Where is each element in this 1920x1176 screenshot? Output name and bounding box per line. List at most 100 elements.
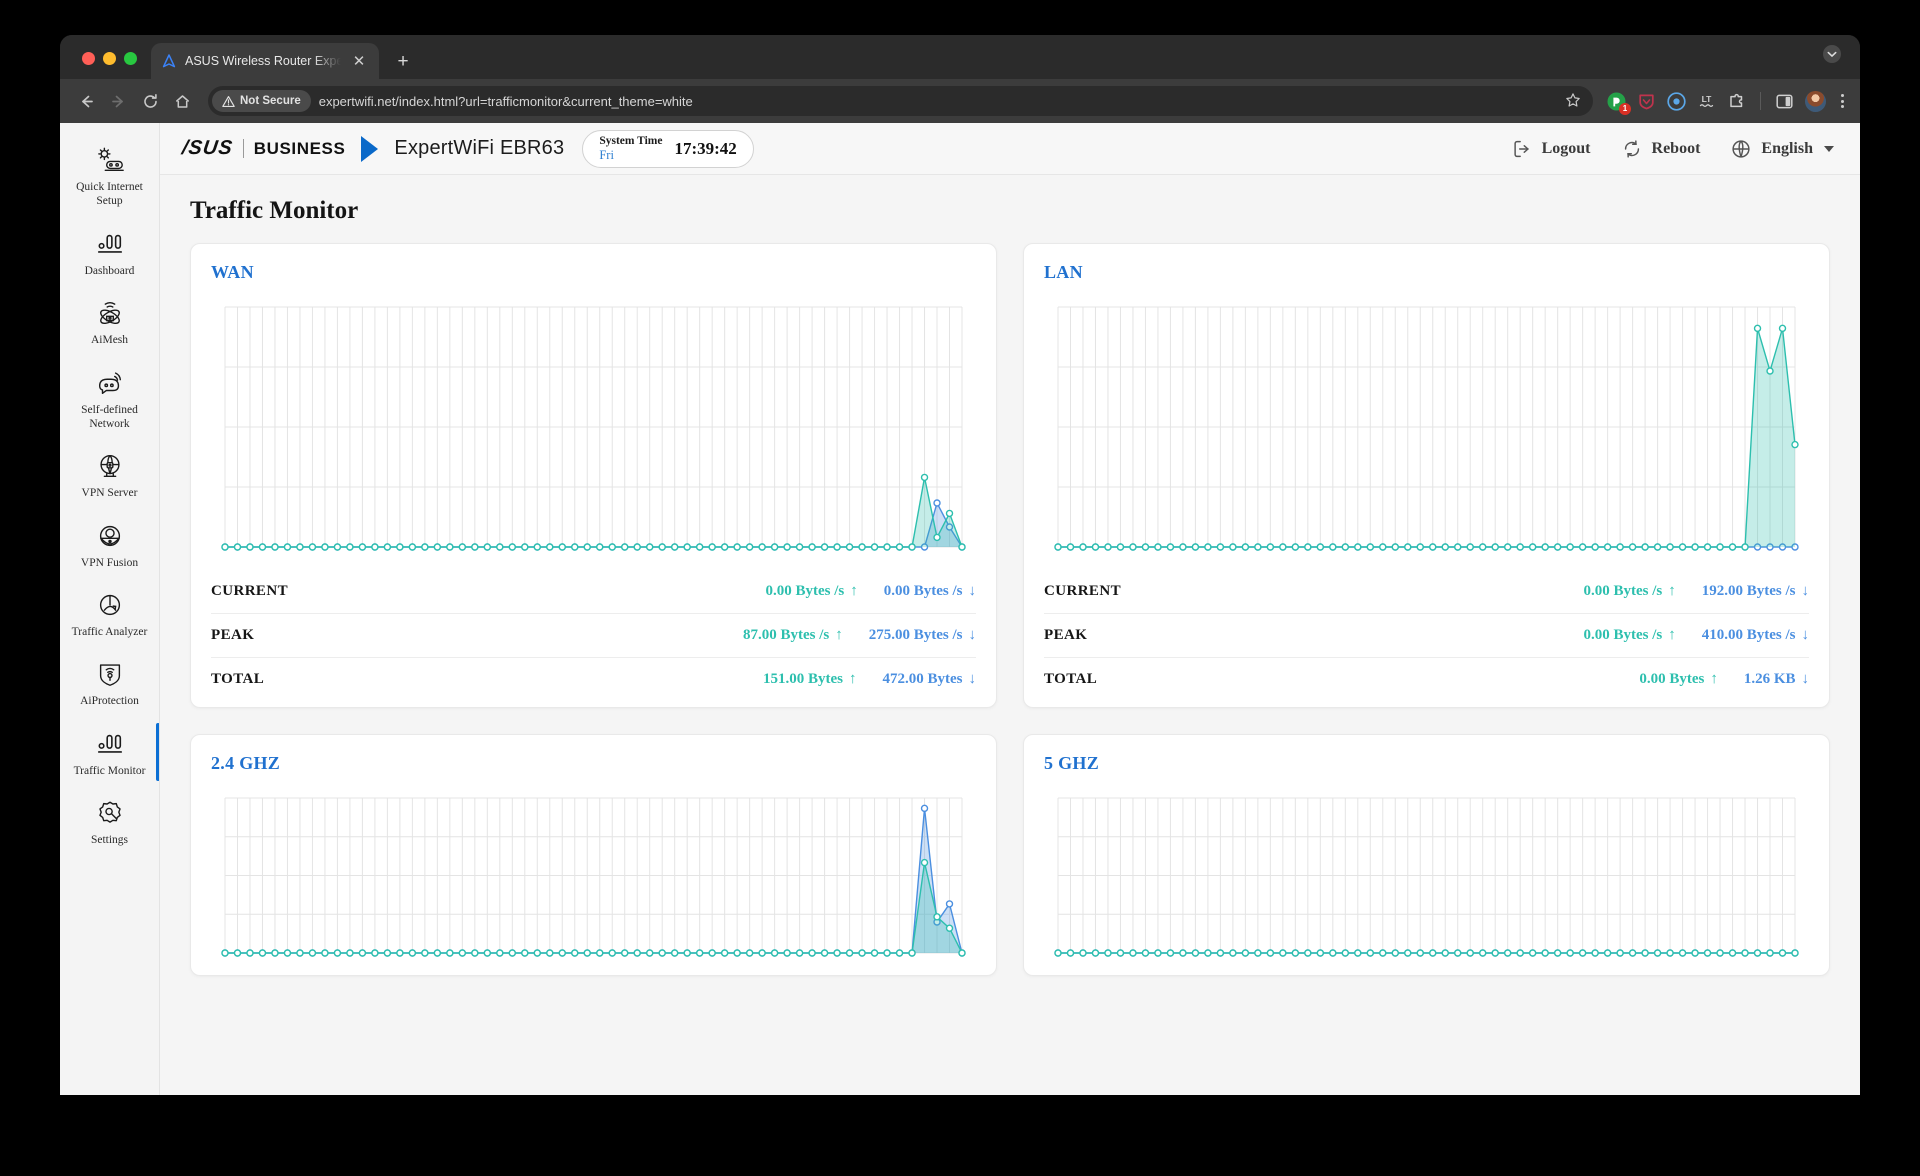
main-region: /SUS BUSINESS ExpertWiFi EBR63 System Ti… xyxy=(160,123,1860,1095)
close-window-button[interactable] xyxy=(82,52,95,65)
stat-label: TOTAL xyxy=(211,671,265,687)
home-icon[interactable] xyxy=(168,87,196,115)
sidebar-item-traffic-monitor[interactable]: Traffic Monitor xyxy=(60,719,159,788)
sidebar-item-label: VPN Fusion xyxy=(80,556,139,569)
panel-5ghz: 5 GHZ xyxy=(1023,734,1830,976)
left-navigation-rail: Quick Internet Setup Dashboard AiMesh Se… xyxy=(60,123,160,1095)
star-icon[interactable] xyxy=(1559,92,1587,111)
sidebar-item-aimesh[interactable]: AiMesh xyxy=(60,288,159,357)
arrow-up-icon: ↑ xyxy=(1710,671,1718,687)
arrow-down-icon: ↓ xyxy=(1801,627,1810,643)
address-bar[interactable]: Not Secure expertwifi.net/index.html?url… xyxy=(208,86,1593,116)
stat-download-value: 472.00 Bytes ↓ xyxy=(882,671,977,687)
extension-languagetool-icon[interactable]: LT xyxy=(1697,92,1716,111)
app-header: /SUS BUSINESS ExpertWiFi EBR63 System Ti… xyxy=(160,123,1860,175)
url-text[interactable]: expertwifi.net/index.html?url=trafficmon… xyxy=(319,94,693,109)
wifi-5ghz-traffic-chart[interactable] xyxy=(1044,784,1809,969)
sidebar-item-label: Traffic Analyzer xyxy=(71,626,148,638)
logout-button[interactable]: Logout xyxy=(1511,138,1591,160)
close-icon[interactable]: ✕ xyxy=(349,51,369,71)
reboot-refresh-icon xyxy=(1624,139,1639,158)
table-row: TOTAL 0.00 Bytes ↑ 1.26 KB ↓ xyxy=(1044,657,1809,701)
reboot-label: Reboot xyxy=(1651,139,1701,157)
avatar-icon[interactable] xyxy=(1805,90,1826,112)
sidebar-item-label: Quick Internet Setup xyxy=(76,181,143,208)
kebab-menu-icon[interactable] xyxy=(1837,94,1848,108)
security-status-badge[interactable]: Not Secure xyxy=(212,90,311,112)
panel-title: 2.4 GHZ xyxy=(211,753,281,773)
sidebar-item-settings[interactable]: Settings xyxy=(60,788,159,857)
stat-download-value: 0.00 Bytes /s ↓ xyxy=(883,582,977,599)
stat-upload-value: 0.00 Bytes /s ↑ xyxy=(1583,627,1676,643)
system-time-day: Fri xyxy=(599,147,614,162)
minimize-window-button[interactable] xyxy=(103,52,116,65)
brand-divider xyxy=(242,139,244,158)
sidebar-item-quick-internet-setup[interactable]: Quick Internet Setup xyxy=(60,135,159,219)
stat-label: PEAK xyxy=(211,627,255,643)
logout-label: Logout xyxy=(1541,139,1591,157)
system-time-widget: System Time Fri 17:39:42 xyxy=(582,129,754,168)
extension-shield-icon[interactable] xyxy=(1637,92,1656,111)
new-tab-button[interactable]: + xyxy=(393,51,413,71)
chevron-down-icon[interactable] xyxy=(1822,44,1842,64)
self-defined-network-icon xyxy=(98,371,121,394)
table-row: CURRENT 0.00 Bytes /s ↑ 192.00 Bytes /s ↓ xyxy=(1044,569,1809,613)
stat-download-value: 275.00 Bytes /s ↓ xyxy=(868,627,977,643)
wan-traffic-chart[interactable] xyxy=(211,293,976,563)
table-row: PEAK 87.00 Bytes /s ↑ 275.00 Bytes /s ↓ xyxy=(211,613,976,657)
lan-traffic-chart[interactable] xyxy=(1044,293,1809,563)
page-content: Traffic Monitor WAN CURRENT 0.00 Bytes /… xyxy=(160,175,1860,1095)
panel-title: WAN xyxy=(211,262,254,282)
traffic-monitor-bars-icon xyxy=(97,734,122,753)
browser-tab[interactable]: ASUS Wireless Router Expert ✕ xyxy=(151,43,379,79)
arrow-down-icon: ↓ xyxy=(968,671,977,687)
panel-wan: WAN CURRENT 0.00 Bytes /s ↑ 0.00 Bytes /s… xyxy=(190,243,997,708)
panel-title: 5 GHZ xyxy=(1044,753,1100,773)
dashboard-bars-icon xyxy=(97,234,122,253)
svg-text:LT: LT xyxy=(1702,94,1713,104)
sidebar-item-label: AiMesh xyxy=(90,334,129,347)
system-time-label: System Time xyxy=(599,134,663,147)
sidebar-item-dashboard[interactable]: Dashboard xyxy=(60,219,159,288)
window-controls[interactable] xyxy=(74,52,151,79)
forward-arrow-icon[interactable] xyxy=(104,87,132,115)
sidebar-item-aiprotection[interactable]: AiProtection xyxy=(60,649,159,718)
brand-lockup: /SUS BUSINESS xyxy=(180,135,379,162)
stat-label: CURRENT xyxy=(1044,582,1121,599)
arrow-down-icon: ↓ xyxy=(968,627,977,643)
arrow-down-icon: ↓ xyxy=(968,582,977,599)
side-panel-icon[interactable] xyxy=(1775,92,1794,111)
sidebar-item-label: AiProtection xyxy=(80,695,139,708)
panel-title: LAN xyxy=(1044,262,1083,282)
stat-upload-value: 0.00 Bytes ↑ xyxy=(1639,671,1718,687)
sidebar-item-vpn-fusion[interactable]: VPN Fusion xyxy=(60,511,159,580)
panel-lan: LAN CURRENT 0.00 Bytes /s ↑ 192.00 Bytes … xyxy=(1023,243,1830,708)
sidebar-item-label: VPN Server xyxy=(81,487,138,500)
sidebar-item-label: Self-defined Network xyxy=(81,403,138,430)
extension-badge-count: 1 xyxy=(1619,102,1631,115)
toolbar-divider xyxy=(1760,92,1761,110)
sidebar-item-label: Traffic Monitor xyxy=(73,764,146,777)
sidebar-item-self-defined-network[interactable]: Self-defined Network xyxy=(60,358,159,442)
warning-triangle-icon xyxy=(222,95,235,107)
reboot-button[interactable]: Reboot xyxy=(1621,138,1701,160)
language-selector[interactable]: English xyxy=(1730,138,1834,160)
sidebar-item-vpn-server[interactable]: VPN Server xyxy=(60,441,159,510)
stat-download-value: 192.00 Bytes /s ↓ xyxy=(1701,582,1809,599)
globe-icon xyxy=(1732,139,1751,158)
asus-logo-wordmark: /SUS xyxy=(180,137,235,159)
extension-privacy-icon[interactable] xyxy=(1667,91,1686,111)
wifi-24ghz-traffic-chart[interactable] xyxy=(211,784,976,969)
extensions-puzzle-icon[interactable] xyxy=(1727,92,1746,111)
system-time-clock: 17:39:42 xyxy=(674,138,737,158)
maximize-window-button[interactable] xyxy=(124,52,137,65)
back-arrow-icon[interactable] xyxy=(72,87,100,115)
sidebar-item-traffic-analyzer[interactable]: Traffic Analyzer xyxy=(60,580,159,649)
browser-toolbar: Not Secure expertwifi.net/index.html?url… xyxy=(60,79,1860,123)
aiprotection-shield-icon xyxy=(99,664,120,687)
sidebar-item-label: Dashboard xyxy=(84,264,135,277)
stat-upload-value: 87.00 Bytes /s ↑ xyxy=(743,627,843,643)
extension-green-icon[interactable]: 1 xyxy=(1607,92,1631,115)
language-label: English xyxy=(1761,139,1813,157)
reload-icon[interactable] xyxy=(136,87,164,115)
